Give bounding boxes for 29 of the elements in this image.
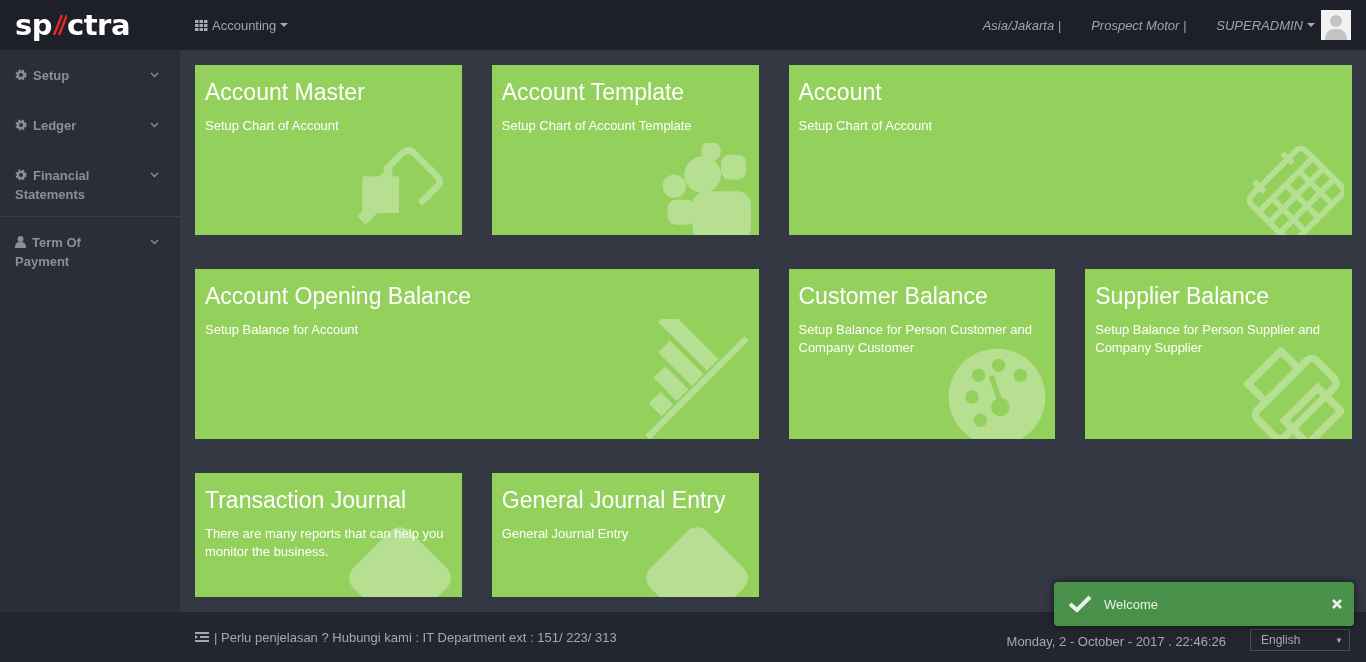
tile-title: Transaction Journal [205,487,408,514]
sidebar-item[interactable]: Ledger [0,100,180,150]
tile-description: Setup Balance for Account [205,321,360,339]
tile-title: Account Opening Balance [205,283,472,310]
tile-description: Setup Chart of Account [798,117,934,135]
tile-description: Setup Balance for Person Supplier and Company Supplier [1095,321,1321,357]
language-select[interactable]: English ▼ [1250,629,1350,651]
tile-title: Account [798,79,883,106]
sidebar-item[interactable]: Term Of Payment [0,217,180,283]
sidebar-item[interactable]: Setup [0,50,180,100]
tile-title: Customer Balance [798,283,989,310]
datetime-text: Monday, 2 - October - 2017 . 22:46:26 [1006,633,1226,649]
tile-description: There are many reports that can help you monitor the business. [205,525,445,561]
tile-description: Setup Balance for Person Customer and Company Customer [798,321,1033,357]
logo[interactable]: sp ctra [15,8,130,42]
tile-title: Account Template [501,79,686,106]
tile-title: General Journal Entry [501,487,727,514]
help-text: | Perlu penjelasan ? Hubungi kami : IT Department ext : 151/ 223/ 313 [214,629,617,645]
company-text: Prospect Motor | [1091,17,1187,33]
toast-message: Welcome [1104,596,1159,612]
tile-description: Setup Chart of Account [205,117,340,135]
timezone-text: Asia/Jakarta | [982,17,1062,33]
module-menu[interactable]: Accounting [195,17,289,33]
tile-title: Account Master [205,79,366,106]
tile-description: Setup Chart of Account Template [501,117,693,135]
tile-title: Supplier Balance [1095,283,1271,310]
sidebar-item[interactable]: Financial Statements [0,150,180,216]
user-menu[interactable]: SUPERADMIN [1216,17,1315,33]
tile-description: General Journal Entry [501,525,630,543]
